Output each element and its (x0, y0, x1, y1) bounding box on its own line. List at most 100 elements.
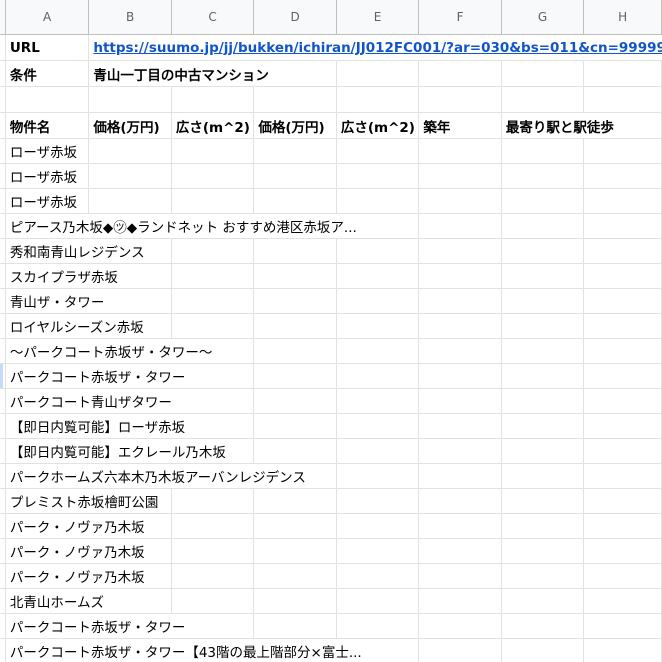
empty-cell[interactable] (419, 164, 502, 189)
empty-cell[interactable] (336, 564, 420, 589)
empty-cell[interactable] (501, 614, 585, 639)
empty-cell[interactable] (419, 264, 502, 289)
empty-cell[interactable] (254, 389, 337, 414)
empty-cell[interactable] (89, 189, 172, 214)
empty-cell[interactable] (336, 164, 420, 189)
empty-cell[interactable] (254, 414, 337, 439)
empty-cell[interactable] (584, 139, 662, 164)
url-value-cell[interactable]: https://suumo.jp/jj/bukken/ichiran/JJ012… (89, 35, 662, 61)
property-name-cell[interactable]: パークホームズ六本木乃木坂アーバンレジデンス (5, 464, 306, 489)
empty-cell[interactable] (336, 364, 420, 389)
empty-cell[interactable] (254, 289, 337, 314)
condition-label-cell[interactable]: 条件 (5, 61, 90, 87)
header-built-year[interactable]: 築年 (419, 113, 502, 139)
property-name-cell[interactable]: パークコート青山ザタワー (5, 389, 172, 414)
empty-cell[interactable] (336, 289, 420, 314)
empty-cell[interactable] (336, 514, 420, 539)
column-header-d[interactable]: D (254, 0, 337, 35)
empty-cell[interactable] (336, 614, 420, 639)
column-header-f[interactable]: F (419, 0, 502, 35)
empty-cell[interactable] (584, 489, 662, 514)
empty-cell[interactable] (254, 364, 337, 389)
empty-cell[interactable] (419, 239, 502, 264)
empty-cell[interactable] (254, 439, 337, 464)
url-link[interactable]: https://suumo.jp/jj/bukken/ichiran/JJ012… (93, 35, 662, 60)
property-name-cell[interactable]: ピアース乃木坂◆㋡◆ランドネット おすすめ港区赤坂ア... (5, 214, 357, 239)
empty-cell[interactable] (336, 389, 420, 414)
empty-cell[interactable] (584, 339, 662, 364)
empty-cell[interactable] (584, 439, 662, 464)
empty-cell[interactable] (336, 414, 420, 439)
property-name-cell[interactable]: 【即日内覧可能】エクレール乃木坂 (5, 439, 226, 464)
empty-cell[interactable] (502, 639, 585, 662)
empty-cell[interactable] (336, 339, 420, 364)
empty-cell[interactable] (336, 239, 420, 264)
empty-cell[interactable] (89, 139, 172, 164)
empty-cell[interactable] (336, 589, 420, 614)
empty-cell[interactable] (419, 314, 502, 339)
empty-cell[interactable] (501, 289, 585, 314)
empty-cell[interactable] (171, 189, 255, 214)
url-label-cell[interactable]: URL (5, 35, 90, 61)
empty-cell[interactable] (336, 189, 420, 214)
empty-cell[interactable] (419, 564, 502, 589)
empty-cell[interactable] (501, 489, 585, 514)
header-area-2[interactable]: 広さ(m^2) (336, 113, 420, 139)
column-header-c[interactable]: C (171, 0, 255, 35)
empty-cell[interactable] (254, 564, 337, 589)
empty-cell[interactable] (336, 439, 420, 464)
empty-cell[interactable] (336, 264, 420, 289)
empty-cell[interactable] (501, 339, 585, 364)
empty-cell[interactable] (419, 514, 502, 539)
property-name-cell[interactable]: ローザ赤坂 (5, 164, 90, 189)
empty-cell[interactable] (89, 164, 172, 189)
property-name-cell[interactable]: 北青山ホームズ (5, 589, 104, 614)
property-name-cell[interactable]: 【即日内覧可能】ローザ赤坂 (5, 414, 186, 439)
empty-cell[interactable] (419, 414, 502, 439)
empty-cell[interactable] (171, 264, 255, 289)
empty-cell[interactable] (419, 589, 502, 614)
empty-cell[interactable] (171, 489, 255, 514)
empty-cell[interactable] (584, 564, 662, 589)
empty-cell[interactable] (171, 589, 255, 614)
empty-cell[interactable] (584, 639, 662, 662)
empty-cell[interactable] (254, 514, 337, 539)
empty-cell[interactable] (419, 339, 502, 364)
empty-cell[interactable] (584, 189, 662, 214)
property-name-cell[interactable]: パークコート赤坂ザ・タワー (5, 364, 186, 389)
empty-cell[interactable] (584, 364, 662, 389)
empty-cell[interactable] (501, 589, 585, 614)
empty-cell[interactable] (254, 189, 337, 214)
column-header-a[interactable]: A (5, 0, 90, 35)
empty-cell[interactable] (254, 589, 337, 614)
empty-cell[interactable] (501, 139, 585, 164)
empty-cell[interactable] (584, 389, 662, 414)
empty-cell[interactable] (501, 364, 585, 389)
empty-cell[interactable] (501, 164, 585, 189)
empty-cell[interactable] (336, 539, 420, 564)
property-name-cell[interactable]: パーク・ノヴァ乃木坂 (5, 564, 145, 589)
empty-cell[interactable] (254, 314, 337, 339)
empty-cell[interactable] (171, 314, 255, 339)
empty-cell[interactable] (419, 289, 502, 314)
empty-cell[interactable] (584, 214, 662, 239)
empty-cell[interactable] (501, 314, 585, 339)
empty-cell[interactable] (419, 139, 502, 164)
column-header-b[interactable]: B (89, 0, 172, 35)
property-name-cell[interactable]: パーク・ノヴァ乃木坂 (5, 514, 145, 539)
empty-cell[interactable] (254, 239, 337, 264)
property-name-cell[interactable]: 秀和南青山レジデンス (5, 239, 145, 264)
empty-cell[interactable] (584, 314, 662, 339)
column-header-e[interactable]: E (336, 0, 420, 35)
empty-cell[interactable] (501, 389, 585, 414)
empty-cell[interactable] (254, 164, 337, 189)
empty-cell[interactable] (336, 139, 420, 164)
empty-cell[interactable] (584, 614, 662, 639)
header-price-2[interactable]: 価格(万円) (254, 113, 337, 139)
empty-cell[interactable] (419, 389, 502, 414)
empty-cell[interactable] (501, 514, 585, 539)
empty-cell[interactable] (336, 314, 420, 339)
empty-cell[interactable] (419, 464, 502, 489)
property-name-cell[interactable]: パークコート赤坂ザ・タワー (5, 614, 186, 639)
column-header-h[interactable]: H (584, 0, 662, 35)
